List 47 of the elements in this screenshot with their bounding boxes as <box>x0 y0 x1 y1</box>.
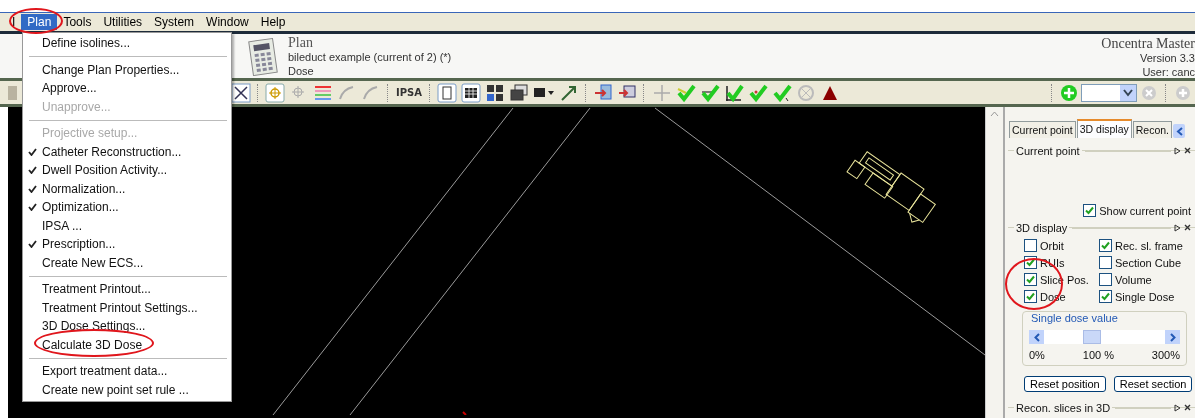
menu-item[interactable]: Optimization... <box>42 200 119 215</box>
checkbox-label: Single Dose <box>1115 290 1175 303</box>
slider-tick-label: 100 % <box>1082 349 1114 361</box>
menu-item[interactable]: Export treatment data... <box>42 364 168 379</box>
reset-button[interactable]: Reset section <box>1113 376 1193 392</box>
checkbox-label: Section Cube <box>1115 256 1182 269</box>
group-title: Recon. slices in 3D <box>1014 401 1113 414</box>
menu-item[interactable]: Treatment Printout Settings... <box>42 300 198 315</box>
menu-item[interactable]: Normalization... <box>42 181 126 196</box>
panel-tab[interactable]: 3D display <box>1076 119 1132 138</box>
menu-item[interactable]: IPSA ... <box>42 218 83 233</box>
group-title: 3D display <box>1014 221 1070 234</box>
view-name: Dose <box>288 64 315 78</box>
menu-item[interactable]: Change Plan Properties... <box>42 62 180 77</box>
version-label: Version 3.3 <box>1139 51 1195 65</box>
slider-tick-label: 300% <box>1151 349 1180 361</box>
ipsa-button[interactable]: IPSA <box>393 87 425 98</box>
menu-item[interactable]: Treatment Printout... <box>42 282 151 297</box>
checkbox-label: Volume <box>1115 273 1152 286</box>
group-title: Current point <box>1014 144 1082 157</box>
menu-title[interactable]: Window <box>200 14 255 30</box>
menu-item[interactable]: Calculate 3D Dose <box>42 337 143 352</box>
menu-title[interactable]: Tools <box>57 14 98 30</box>
menu-item[interactable]: 3D Dose Settings... <box>42 319 146 334</box>
panel-tab[interactable]: Recon. <box>1132 121 1172 138</box>
plan-name: bileduct example (current of 2) (*) <box>288 50 452 64</box>
menu-item[interactable]: Approve... <box>42 81 97 96</box>
menu-item[interactable]: Create new point set rule ... <box>42 382 189 397</box>
menu-item[interactable]: Define isolines... <box>42 36 131 51</box>
slider-tick-label: 0% <box>1029 349 1045 361</box>
user-label: User: canc <box>1142 65 1195 79</box>
menu-item[interactable]: Catheter Reconstruction... <box>42 144 182 159</box>
menu-title[interactable]: Help <box>254 14 292 30</box>
menu-title[interactable]: System <box>148 14 201 30</box>
menu-item[interactable]: Dwell Position Activity... <box>42 163 168 178</box>
checkbox-label: Rec. sl. frame <box>1115 239 1183 252</box>
group-title: Single dose value <box>1029 312 1120 324</box>
menu-item[interactable]: Prescription... <box>42 237 116 252</box>
checkbox-label: Orbit <box>1040 239 1064 252</box>
checkbox-label: Show current point <box>1099 204 1191 217</box>
reset-button[interactable]: Reset position <box>1024 376 1106 392</box>
panel-tab[interactable]: Current point <box>1009 121 1076 138</box>
menu-title[interactable]: Utilities <box>97 14 149 30</box>
plan-title: Plan <box>288 36 314 50</box>
menu-title[interactable]: Plan <box>21 14 58 30</box>
product-name: Oncentra Master <box>1101 37 1195 51</box>
menu-item[interactable]: Create New ECS... <box>42 255 144 270</box>
